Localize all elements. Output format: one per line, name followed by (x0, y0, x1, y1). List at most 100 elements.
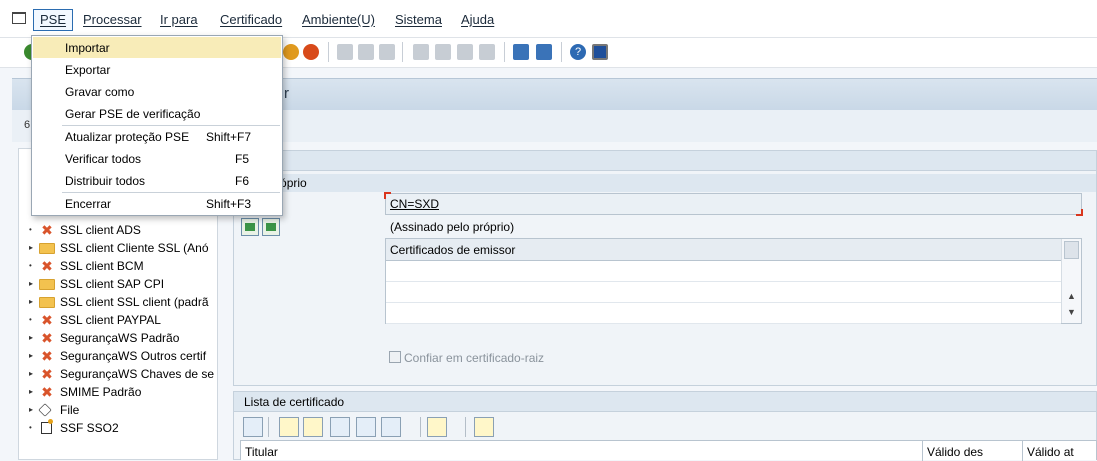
toolbar-separator (420, 417, 421, 437)
toolbar-separator (328, 42, 329, 62)
x-icon: ✖ (41, 330, 53, 346)
scroll-up-icon[interactable]: ▲ (1067, 291, 1076, 301)
tree-item[interactable]: ▸ ✖ SegurançaWS Chaves de se (29, 366, 217, 384)
tree-item[interactable]: ▸ File (29, 402, 217, 420)
layout-icon[interactable] (474, 417, 494, 437)
menu-item-distribuir-todos[interactable]: Distribuir todos F6 (33, 170, 281, 191)
tree-item[interactable]: • ✖ SSL client PAYPAL (29, 312, 217, 330)
menu-item-gravar-como[interactable]: Gravar como (33, 81, 281, 102)
tree-node-marker[interactable]: ▸ (29, 333, 33, 342)
menu-bar: PSE Processar Ir para Certificado Ambien… (0, 0, 1097, 38)
next-page-icon[interactable] (457, 44, 473, 60)
tree-node-marker: • (29, 261, 32, 270)
tree-node-marker: • (29, 225, 32, 234)
x-icon: ✖ (41, 366, 53, 382)
tree-item[interactable]: • ✖ SSL client BCM (29, 258, 217, 276)
export-icon[interactable] (427, 417, 447, 437)
menu-item-gerar-pse[interactable]: Gerar PSE de verificação (33, 103, 281, 124)
pse-dropdown-menu: Importar Exportar Gravar como Gerar PSE … (31, 35, 283, 216)
column-titular[interactable]: Titular (245, 445, 278, 459)
tree-item-label: SegurançaWS Outros certif (60, 349, 207, 363)
tree-node-marker[interactable]: ▸ (29, 243, 33, 252)
previous-page-icon[interactable] (435, 44, 451, 60)
tree-node-marker[interactable]: ▸ (29, 387, 33, 396)
trust-root-checkbox[interactable] (389, 351, 401, 363)
tree-item[interactable]: ▸ ✖ SMIME Padrão (29, 384, 217, 402)
menu-item-label: Distribuir todos (65, 174, 146, 188)
layout-menu-icon[interactable] (592, 44, 608, 60)
menu-ajuda[interactable]: Ajuda (461, 12, 494, 27)
find-next-icon[interactable] (379, 44, 395, 60)
cancel-icon[interactable] (303, 44, 319, 60)
tree-item[interactable]: • SSF SSO2 (29, 419, 217, 438)
menu-sistema[interactable]: Sistema (395, 12, 442, 27)
tree-node-marker[interactable]: ▸ (29, 279, 33, 288)
tree-item[interactable]: ▸ SSL client SSL client (padrã (29, 294, 217, 312)
tree-node-marker[interactable]: ▸ (29, 297, 33, 306)
menu-item-verificar-todos[interactable]: Verificar todos F5 (33, 148, 281, 169)
menu-item-importar[interactable]: Importar (33, 37, 281, 58)
menu-item-atualizar-protecao[interactable]: Atualizar proteção PSE Shift+F7 (33, 126, 281, 147)
tree-item[interactable]: ▸ SSL client Cliente SSL (Anó (29, 240, 217, 258)
menu-item-encerrar[interactable]: Encerrar Shift+F3 (33, 193, 281, 214)
menu-ir-para[interactable]: Ir para (160, 12, 198, 27)
certificate-list-header: Lista de certificado (234, 392, 1096, 412)
scroll-down-icon[interactable]: ▼ (1067, 307, 1076, 317)
new-session-icon[interactable] (513, 44, 529, 60)
toolbar-separator (268, 417, 269, 437)
issuer-table-scrollbar[interactable]: ▲ ▼ (1061, 239, 1081, 323)
tree-item-label: File (60, 403, 80, 417)
tree-item[interactable]: ▸ SSL client SAP CPI (29, 276, 217, 294)
print-icon[interactable] (337, 44, 353, 60)
application-toolbar-text: 6 (24, 119, 31, 131)
details-icon[interactable] (243, 417, 263, 437)
menu-item-exportar[interactable]: Exportar (33, 59, 281, 80)
column-valido-desde[interactable]: Válido des (927, 445, 983, 459)
menu-processar[interactable]: Processar (83, 12, 142, 27)
self-signed-label: (Assinado pelo próprio) (390, 220, 515, 234)
table-row[interactable] (386, 303, 1061, 324)
column-separator (1022, 441, 1023, 461)
find-icon[interactable] (358, 44, 374, 60)
tree-item-label: SSL client PAYPAL (60, 313, 161, 327)
sort-ascending-icon[interactable] (279, 417, 299, 437)
find-next-icon[interactable] (356, 417, 376, 437)
issuer-table-header: Certificados de emissor (386, 239, 1061, 261)
export-certificate-button[interactable] (262, 218, 280, 236)
table-row[interactable] (386, 282, 1061, 303)
menu-item-label: Importar (65, 41, 110, 55)
help-icon[interactable]: ? (570, 44, 586, 60)
last-page-icon[interactable] (479, 44, 495, 60)
filter-icon[interactable] (381, 417, 401, 437)
cube-icon (38, 403, 52, 417)
tree-node-marker[interactable]: ▸ (29, 369, 33, 378)
toolbar-separator (561, 42, 562, 62)
x-icon: ✖ (41, 348, 53, 364)
menu-pse[interactable]: PSE (33, 9, 74, 31)
menu-item-shortcut: F5 (234, 152, 249, 166)
tree-item[interactable]: • ✖ SSL client ADS (29, 222, 217, 240)
scrollbar-thumb[interactable] (1064, 241, 1079, 259)
find-icon[interactable] (330, 417, 350, 437)
tree-item-label: SegurançaWS Padrão (60, 331, 180, 345)
menu-ambiente[interactable]: Ambiente(U) (302, 12, 375, 27)
shortcut-icon[interactable] (536, 44, 552, 60)
issuer-certificates-table: Certificados de emissor ▲ ▼ (385, 238, 1082, 324)
sort-descending-icon[interactable] (303, 417, 323, 437)
table-row[interactable] (386, 261, 1061, 282)
first-page-icon[interactable] (413, 44, 429, 60)
folder-icon (39, 243, 55, 254)
app-menu-icon[interactable] (12, 12, 26, 24)
tree-item[interactable]: ▸ ✖ SegurançaWS Outros certif (29, 348, 217, 366)
tree-item-label: SegurançaWS Chaves de se (60, 367, 215, 381)
tree-node-marker[interactable]: ▸ (29, 351, 33, 360)
menu-certificado[interactable]: Certificado (220, 12, 282, 27)
exit-icon[interactable] (283, 44, 299, 60)
tree-item[interactable]: ▸ ✖ SegurançaWS Padrão (29, 330, 217, 348)
column-valido-ate[interactable]: Válido at (1027, 445, 1074, 459)
subject-field[interactable]: CN=SXD (384, 192, 1083, 216)
menu-item-label: Verificar todos (65, 152, 142, 166)
tree-node-marker[interactable]: ▸ (29, 405, 33, 414)
import-certificate-button[interactable] (241, 218, 259, 236)
menu-item-label: Exportar (65, 63, 111, 77)
